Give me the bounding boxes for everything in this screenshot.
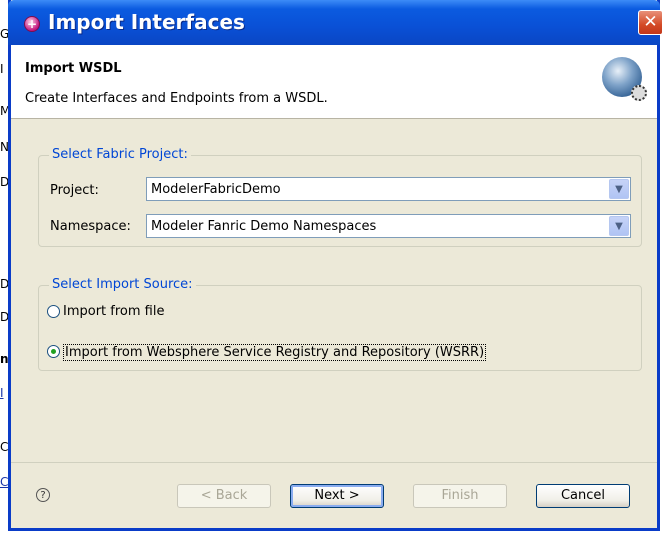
page-description: Create Interfaces and Endpoints from a W… (25, 91, 328, 106)
background-link[interactable]: I (0, 386, 4, 400)
title-bar[interactable]: + Import Interfaces ✕ (8, 0, 663, 45)
import-from-wsrr-label: Import from Websphere Service Registry a… (63, 344, 487, 361)
page-title: Import WSDL (25, 61, 122, 76)
chevron-down-icon[interactable]: ▼ (609, 179, 629, 199)
namespace-select[interactable]: Modeler Fanric Demo Namespaces ▼ (146, 214, 631, 238)
project-label: Project: (50, 183, 99, 198)
gear-icon (631, 85, 647, 101)
back-button[interactable]: < Back (177, 484, 271, 508)
project-select[interactable]: ModelerFabricDemo ▼ (146, 177, 631, 201)
footer-separator (11, 462, 657, 463)
import-from-file-label: Import from file (63, 304, 165, 319)
next-button[interactable]: Next > (290, 484, 384, 508)
dialog-title: Import Interfaces (48, 10, 245, 34)
import-source-group-label: Select Import Source: (49, 277, 196, 292)
fabric-project-group-label: Select Fabric Project: (49, 147, 191, 162)
help-icon[interactable]: ? (36, 488, 50, 502)
finish-button[interactable]: Finish (413, 484, 507, 508)
namespace-value: Modeler Fanric Demo Namespaces (151, 219, 377, 234)
radio-circle-checked[interactable] (47, 345, 60, 358)
namespace-label: Namespace: (50, 219, 131, 234)
project-value: ModelerFabricDemo (151, 182, 281, 197)
background-fragment: I (0, 62, 4, 76)
radio-circle[interactable] (47, 305, 60, 318)
close-icon[interactable]: ✕ (638, 10, 663, 35)
chevron-down-icon[interactable]: ▼ (609, 216, 629, 236)
wizard-header: Import WSDL Create Interfaces and Endpoi… (11, 45, 657, 119)
app-icon: + (24, 16, 40, 32)
cancel-button[interactable]: Cancel (536, 484, 630, 508)
